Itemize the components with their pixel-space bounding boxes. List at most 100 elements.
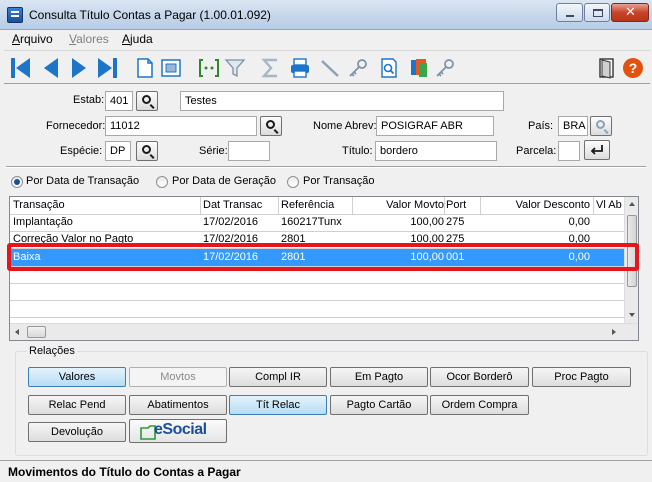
menu-bar: Arquivo Valores Ajuda xyxy=(0,30,652,50)
titulo-label: Título: xyxy=(342,145,373,157)
fornecedor-lookup-button[interactable] xyxy=(260,116,282,136)
toolbar: ? xyxy=(4,50,650,84)
column-header-referencia[interactable]: Referência xyxy=(281,197,334,214)
horizontal-scrollbar[interactable] xyxy=(10,323,638,340)
proc-pagto-button[interactable]: Proc Pagto xyxy=(532,367,631,387)
relacoes-label: Relações xyxy=(27,345,77,357)
column-header-transacao[interactable]: Transação xyxy=(13,197,65,214)
column-header-port[interactable]: Port xyxy=(446,197,466,214)
filter-icon[interactable] xyxy=(224,57,246,79)
em-pagto-button[interactable]: Em Pagto xyxy=(330,367,428,387)
abatimentos-button[interactable]: Abatimentos xyxy=(129,395,227,415)
scroll-down-icon[interactable] xyxy=(629,313,635,317)
column-header-valor-desconto[interactable]: Valor Desconto xyxy=(480,197,590,214)
fornecedor-input[interactable]: 11012 xyxy=(105,116,257,136)
documents-icon[interactable] xyxy=(408,57,430,79)
form-separator xyxy=(6,166,646,168)
sort-by-transaction-radio[interactable] xyxy=(287,176,299,188)
especie-lookup-button[interactable] xyxy=(136,141,158,161)
scroll-up-icon[interactable] xyxy=(629,202,635,206)
next-icon xyxy=(72,58,86,78)
column-header-dat-transac[interactable]: Dat Transac xyxy=(203,197,262,214)
search-icon xyxy=(142,145,151,154)
line-tool-icon[interactable] xyxy=(319,57,341,79)
selected-row-highlight xyxy=(7,243,639,271)
search-icon xyxy=(266,120,275,129)
compl-ir-button[interactable]: Compl IR xyxy=(229,367,327,387)
enter-icon xyxy=(590,145,603,155)
estab-lookup-button[interactable] xyxy=(136,91,158,111)
scroll-right-icon[interactable] xyxy=(612,329,616,335)
sort-by-generation-date-radio[interactable] xyxy=(156,176,168,188)
status-bar: Movimentos do Título do Contas a Pagar xyxy=(0,460,652,482)
key-icon[interactable] xyxy=(347,57,369,79)
app-icon xyxy=(7,7,23,23)
devolucao-button[interactable]: Devolução xyxy=(28,422,126,442)
help-icon[interactable]: ? xyxy=(622,57,644,79)
relac-pend-button[interactable]: Relac Pend xyxy=(28,395,126,415)
last-icon xyxy=(98,58,112,78)
maximize-icon xyxy=(593,9,603,17)
parcela-label: Parcela: xyxy=(516,145,557,157)
pais-lookup-button[interactable] xyxy=(590,116,612,136)
menu-valores[interactable]: Valores xyxy=(69,32,109,46)
minimize-icon xyxy=(566,15,574,17)
tit-relac-button[interactable]: Tít Relac xyxy=(229,395,327,415)
confirm-button[interactable] xyxy=(584,140,610,160)
first-icon xyxy=(11,58,15,78)
serie-input[interactable] xyxy=(228,141,270,161)
menu-arquivo[interactable]: Arquivo xyxy=(12,32,53,46)
titulo-input[interactable]: bordero xyxy=(375,141,497,161)
column-header-vl-ab[interactable]: Vl Ab xyxy=(596,197,622,214)
previous-record-button[interactable] xyxy=(40,57,62,79)
key-icon-2[interactable] xyxy=(434,57,456,79)
table-row[interactable]: Implantação 17/02/2016 160217Tunx 100,00… xyxy=(10,214,625,231)
especie-input[interactable]: DP xyxy=(105,141,131,161)
sum-icon[interactable] xyxy=(260,57,282,79)
ordem-compra-button[interactable]: Ordem Compra xyxy=(430,395,529,415)
window-title: Consulta Título Contas a Pagar (1.00.01.… xyxy=(29,8,271,22)
first-record-button[interactable] xyxy=(10,57,32,79)
esocial-button[interactable]: eSocial xyxy=(129,419,227,443)
sort-by-generation-date-label[interactable]: Por Data de Geração xyxy=(172,175,276,187)
search-icon xyxy=(596,120,605,129)
next-record-button[interactable] xyxy=(68,57,90,79)
goto-icon[interactable] xyxy=(198,57,220,79)
title-bar: Consulta Título Contas a Pagar (1.00.01.… xyxy=(0,0,652,30)
estab-name-field: Testes xyxy=(180,91,504,111)
svg-text:?: ? xyxy=(629,60,638,76)
view-icon[interactable] xyxy=(160,57,182,79)
maximize-button[interactable] xyxy=(584,3,610,22)
movtos-button[interactable]: Movtos xyxy=(129,367,227,387)
sort-by-transaction-date-radio[interactable] xyxy=(11,176,23,188)
pais-input[interactable]: BRA xyxy=(558,116,588,136)
parcela-input[interactable] xyxy=(558,141,580,161)
search-icon xyxy=(142,95,151,104)
exit-door-icon[interactable] xyxy=(596,57,618,79)
especie-label: Espécie: xyxy=(60,145,103,157)
column-header-valor-movto[interactable]: Valor Movto xyxy=(355,197,444,214)
sort-by-transaction-date-label[interactable]: Por Data de Transação xyxy=(26,175,139,187)
nome-abrev-label: Nome Abrev: xyxy=(313,120,377,132)
estab-input[interactable]: 401 xyxy=(105,91,133,111)
scroll-left-icon[interactable] xyxy=(15,329,19,335)
pagto-cartao-button[interactable]: Pagto Cartão xyxy=(330,395,428,415)
nome-abrev-field: POSIGRAF ABR xyxy=(376,116,494,136)
horizontal-scroll-thumb[interactable] xyxy=(27,326,46,338)
menu-ajuda[interactable]: Ajuda xyxy=(122,32,153,46)
previous-icon xyxy=(44,58,58,78)
valores-button[interactable]: Valores xyxy=(28,367,126,387)
fornecedor-label: Fornecedor: xyxy=(46,120,106,132)
esocial-label: eSocial xyxy=(154,421,207,438)
close-icon: ✕ xyxy=(625,5,636,20)
new-document-icon[interactable] xyxy=(134,57,156,79)
ocor-bordero-button[interactable]: Ocor Borderô xyxy=(430,367,529,387)
last-record-button[interactable] xyxy=(96,57,118,79)
minimize-button[interactable] xyxy=(556,3,583,22)
pais-label: País: xyxy=(528,120,554,132)
print-icon[interactable] xyxy=(289,57,311,79)
search-document-icon[interactable] xyxy=(378,57,400,79)
close-button[interactable]: ✕ xyxy=(611,3,649,22)
serie-label: Série: xyxy=(199,145,228,157)
sort-by-transaction-label[interactable]: Por Transação xyxy=(303,175,375,187)
